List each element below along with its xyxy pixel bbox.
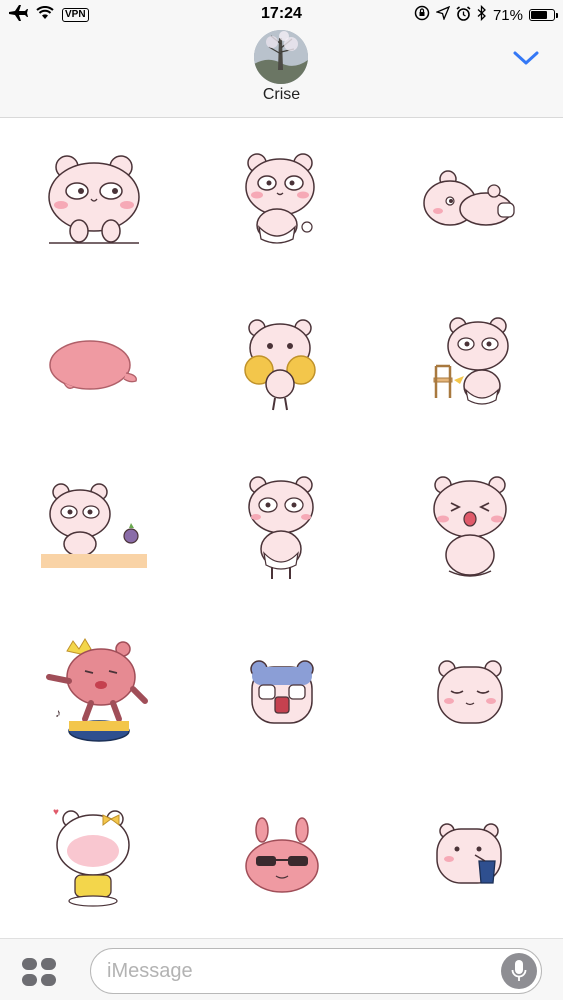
battery-icon bbox=[529, 9, 558, 21]
sticker-bear-dancing-on-drum[interactable]: ♪ bbox=[0, 610, 187, 773]
status-bar-right: 71% bbox=[414, 4, 558, 25]
sticker-bear-drinking-cup[interactable] bbox=[376, 774, 563, 937]
conversation-header: Crise bbox=[0, 30, 563, 118]
compose-bar bbox=[0, 938, 563, 1000]
app-drawer-button[interactable] bbox=[20, 957, 58, 987]
microphone-icon bbox=[511, 960, 527, 981]
orientation-lock-icon bbox=[414, 5, 430, 25]
alarm-icon bbox=[456, 5, 471, 25]
app-grid-icon bbox=[22, 958, 56, 986]
sticker-bear-cheerleader-pompoms[interactable] bbox=[188, 282, 375, 445]
sticker-bear-with-chair[interactable] bbox=[376, 282, 563, 445]
contact-avatar[interactable] bbox=[254, 30, 308, 84]
sticker-pink-bunny-sunglasses[interactable] bbox=[188, 774, 375, 937]
battery-percent: 71% bbox=[492, 6, 523, 24]
contact-name[interactable]: Crise bbox=[0, 86, 563, 104]
sticker-bear-at-table-with-eggplant[interactable] bbox=[0, 446, 187, 609]
sticker-bear-lying-down[interactable] bbox=[376, 118, 563, 281]
sticker-bear-face-blue-ears[interactable] bbox=[188, 610, 375, 773]
message-input[interactable] bbox=[107, 949, 487, 993]
chevron-down-icon bbox=[513, 51, 539, 65]
sticker-white-bear-yellow-bow[interactable]: ♥ bbox=[0, 774, 187, 937]
sticker-bear-diaper-standing[interactable] bbox=[188, 118, 375, 281]
sticker-bear-standing-wondering[interactable] bbox=[188, 446, 375, 609]
sticker-bear-face-content[interactable] bbox=[376, 610, 563, 773]
sticker-pink-blob-sleeping[interactable] bbox=[0, 282, 187, 445]
collapse-button[interactable] bbox=[511, 46, 541, 70]
svg-text:♪: ♪ bbox=[55, 706, 61, 720]
sticker-grid: ♪ ♥ bbox=[0, 118, 563, 936]
location-icon bbox=[434, 5, 451, 24]
bluetooth-icon bbox=[477, 4, 487, 25]
status-bar: VPN 17:24 71% bbox=[0, 0, 563, 30]
dictation-button[interactable] bbox=[501, 953, 537, 989]
sticker-bear-peeking-over-wall[interactable] bbox=[0, 118, 187, 281]
message-field bbox=[90, 948, 542, 994]
sticker-bear-sitting-laughing[interactable] bbox=[376, 446, 563, 609]
svg-text:♥: ♥ bbox=[53, 807, 59, 818]
